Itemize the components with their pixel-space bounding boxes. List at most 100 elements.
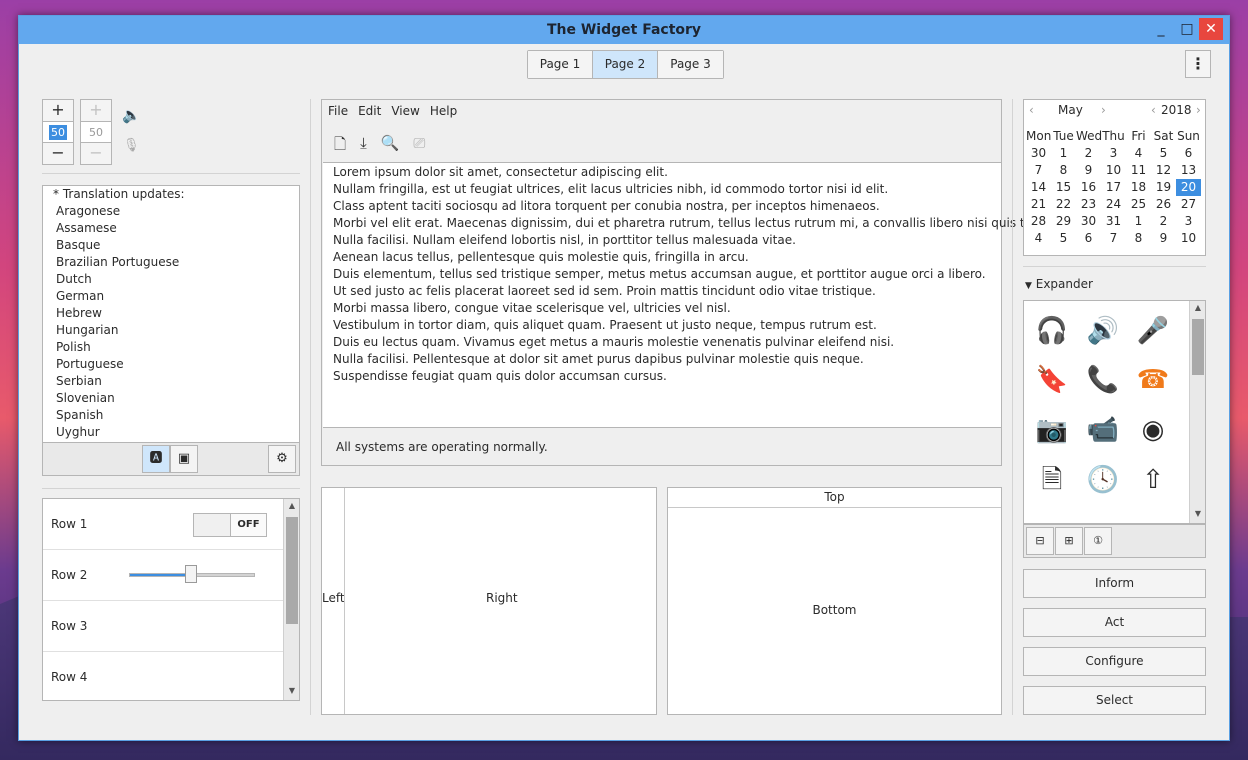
calendar-day[interactable]: 19 (1151, 179, 1176, 196)
calendar-day[interactable]: 28 (1026, 213, 1051, 230)
webcam-icon[interactable]: ◉ (1135, 412, 1171, 448)
row-list-scrollbar[interactable]: ▲ ▼ (283, 499, 299, 700)
calendar-day[interactable]: 29 (1051, 213, 1076, 230)
list-item[interactable]: German (43, 288, 299, 305)
calendar-day[interactable]: 3 (1101, 145, 1126, 162)
calendar-day[interactable]: 8 (1126, 230, 1151, 247)
configure-button[interactable]: Configure (1023, 647, 1206, 676)
calendar-day[interactable]: 6 (1176, 145, 1201, 162)
calendar-day[interactable]: 30 (1026, 145, 1051, 162)
pane-handle[interactable] (668, 507, 1001, 508)
menu-button[interactable]: ⋮ (1185, 50, 1211, 78)
list-item[interactable]: Dutch (43, 271, 299, 288)
tab-page-3[interactable]: Page 3 (658, 51, 723, 78)
maximize-button[interactable]: □ (1175, 18, 1199, 40)
next-year-icon[interactable]: › (1196, 103, 1201, 117)
list-item[interactable]: Brazilian Portuguese (43, 254, 299, 271)
list-item[interactable]: Basque (43, 237, 299, 254)
next-month-icon[interactable]: › (1101, 103, 1106, 117)
close-button[interactable]: ✕ (1199, 18, 1223, 40)
menu-file[interactable]: File (328, 104, 348, 118)
slider-knob[interactable] (185, 565, 197, 583)
calendar-day[interactable]: 7 (1026, 162, 1051, 179)
expander-header[interactable]: ▼ Expander (1025, 277, 1093, 291)
bookmark-add-icon[interactable]: 🔖 (1034, 362, 1070, 398)
calendar-day[interactable]: 21 (1026, 196, 1051, 213)
calendar-day[interactable]: 9 (1151, 230, 1176, 247)
calendar-day[interactable]: 14 (1026, 179, 1051, 196)
prev-month-icon[interactable]: ‹ (1029, 103, 1034, 117)
zoom-reset-icon[interactable]: ① (1084, 527, 1112, 555)
tab-page-1[interactable]: Page 1 (528, 51, 593, 78)
calendar-day[interactable]: 30 (1076, 213, 1101, 230)
list-item[interactable]: Portuguese (43, 356, 299, 373)
list-item[interactable]: Assamese (43, 220, 299, 237)
list-item[interactable]: Serbian (43, 373, 299, 390)
calendar-day[interactable]: 2 (1151, 213, 1176, 230)
pane-handle[interactable] (344, 488, 345, 714)
calendar-day[interactable]: 12 (1151, 162, 1176, 179)
menu-edit[interactable]: Edit (358, 104, 381, 118)
scroll-thumb[interactable] (1192, 319, 1204, 375)
camera-icon[interactable]: 📷 (1034, 412, 1070, 448)
hangup-phone-icon[interactable]: ☎ (1135, 362, 1171, 398)
inform-button[interactable]: Inform (1023, 569, 1206, 598)
calendar-day[interactable]: 16 (1076, 179, 1101, 196)
download-icon[interactable]: ⤓ (360, 134, 367, 159)
list-row-4[interactable]: Row 4 (43, 652, 283, 700)
presentation-icon[interactable]: ⎚ (413, 134, 425, 159)
clock-icon[interactable]: 🕓 (1085, 462, 1121, 498)
phone-icon[interactable]: 📞 (1085, 362, 1121, 398)
minimize-button[interactable]: _ (1149, 18, 1173, 40)
calendar-day[interactable]: 24 (1101, 196, 1126, 213)
calendar-day[interactable]: 9 (1076, 162, 1101, 179)
list-item[interactable]: Hebrew (43, 305, 299, 322)
text-mode-icon[interactable]: 🅰 (142, 445, 170, 473)
calendar-day[interactable]: 31 (1101, 213, 1126, 230)
calendar-day[interactable]: 10 (1176, 230, 1201, 247)
scroll-down-icon[interactable]: ▼ (1190, 507, 1205, 521)
calendar-day[interactable]: 22 (1051, 196, 1076, 213)
scroll-up-icon[interactable]: ▲ (1190, 301, 1205, 315)
menu-view[interactable]: View (391, 104, 419, 118)
row-switch[interactable]: OFF (193, 513, 267, 537)
image-mode-icon[interactable]: ▣ (170, 445, 198, 473)
calendar-day[interactable]: 2 (1076, 145, 1101, 162)
upload-icon[interactable]: ⇧ (1135, 462, 1171, 498)
list-item[interactable]: Hungarian (43, 322, 299, 339)
calendar-day[interactable]: 5 (1151, 145, 1176, 162)
calendar-day[interactable]: 18 (1126, 179, 1151, 196)
menu-help[interactable]: Help (430, 104, 457, 118)
calendar-day[interactable]: 8 (1051, 162, 1076, 179)
calendar-day[interactable]: 11 (1126, 162, 1151, 179)
calendar-day[interactable]: 27 (1176, 196, 1201, 213)
calendar-day[interactable]: 17 (1101, 179, 1126, 196)
increment-button[interactable]: + (43, 100, 73, 121)
calendar-day[interactable]: 4 (1026, 230, 1051, 247)
zoom-out-icon[interactable]: ⊟ (1026, 527, 1054, 555)
scroll-thumb[interactable] (286, 517, 298, 624)
calendar-day[interactable]: 1 (1126, 213, 1151, 230)
scroll-down-icon[interactable]: ▼ (284, 684, 299, 698)
decrement-button[interactable]: − (43, 143, 73, 164)
calendar-day[interactable]: 5 (1051, 230, 1076, 247)
list-item[interactable]: Slovenian (43, 390, 299, 407)
list-item[interactable]: Uyghur (43, 424, 299, 441)
scroll-up-icon[interactable]: ▲ (284, 499, 299, 513)
select-button[interactable]: Select (1023, 686, 1206, 715)
calendar-day[interactable]: 13 (1176, 162, 1201, 179)
act-button[interactable]: Act (1023, 608, 1206, 637)
calendar-day[interactable]: 26 (1151, 196, 1176, 213)
microphone-icon[interactable]: 🎤 (1135, 313, 1171, 349)
calendar-day[interactable]: 6 (1076, 230, 1101, 247)
calendar-day[interactable]: 7 (1101, 230, 1126, 247)
video-camera-icon[interactable]: 📹 (1085, 412, 1121, 448)
calendar-day[interactable]: 10 (1101, 162, 1126, 179)
list-row-2[interactable]: Row 2 (43, 550, 283, 601)
zoom-in-icon[interactable]: ⊞ (1055, 527, 1083, 555)
tab-page-2[interactable]: Page 2 (593, 51, 658, 78)
gear-icon[interactable]: ⚙ (268, 445, 296, 473)
spin-value-field[interactable]: 50 (43, 121, 73, 143)
speaker-icon[interactable]: 🔊 (1085, 313, 1121, 349)
text-area[interactable]: Lorem ipsum dolor sit amet, consectetur … (323, 162, 1056, 428)
